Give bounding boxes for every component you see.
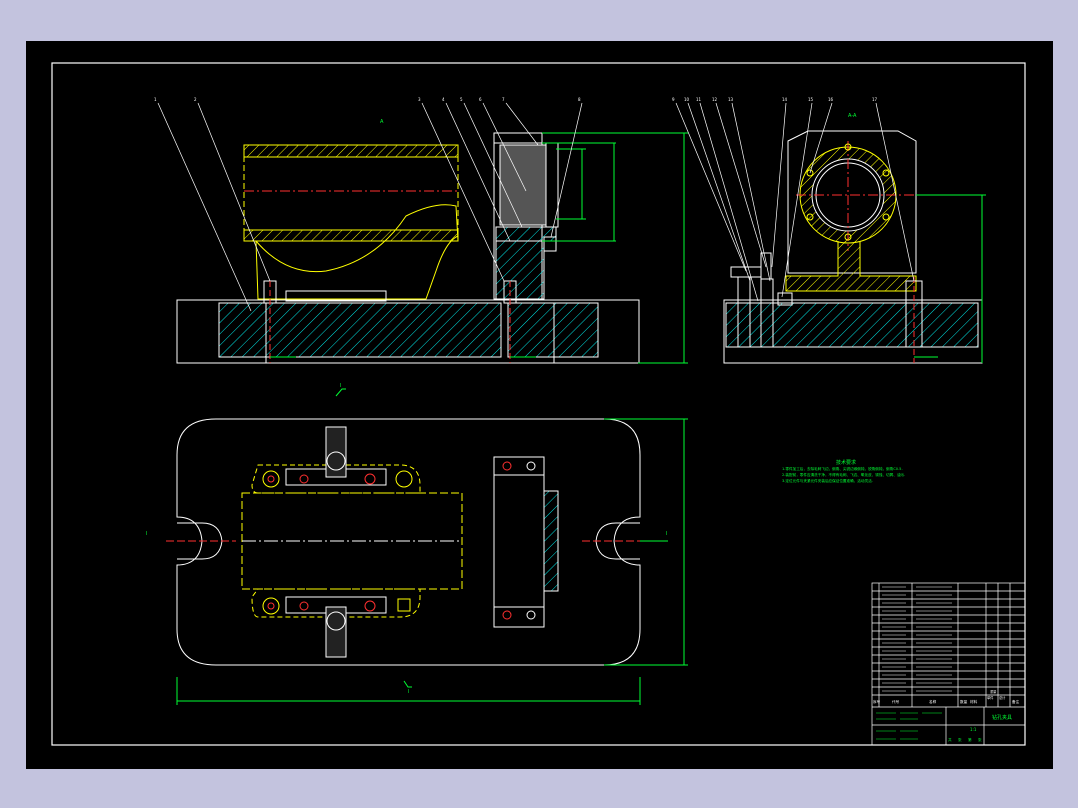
tech-req-line: 1.零件加工后，去除毛刺飞边，倒角、尖锐边缘倒钝，锐角倒钝，倒角C0.5.: [782, 466, 903, 471]
sign-area: [876, 712, 942, 740]
leader-tag: 17: [872, 97, 878, 102]
leader-tag: 10: [684, 97, 690, 102]
leader-tag: 1: [154, 97, 157, 102]
leader-tag: 9: [672, 97, 675, 102]
base-hatch-left: [218, 302, 502, 358]
leader-tag: 7: [502, 97, 505, 102]
front-view: A: [157, 102, 688, 364]
tech-req-line: 2.装配前，零件应清洗干净，不得有毛刺、飞边、氧化皮、锈蚀、切屑、油污.: [782, 472, 905, 477]
base-hatch-right: [507, 302, 599, 358]
bom-header-index: 序号: [873, 699, 881, 704]
leader-tag: 5: [460, 97, 463, 102]
bom-header-qty: 数量: [960, 699, 968, 704]
leader-tag: 3: [418, 97, 421, 102]
leader-tag: 14: [782, 97, 788, 102]
sheet-label: 张: [978, 737, 982, 742]
section-left-label: I: [146, 531, 147, 537]
workpiece-body: [243, 144, 459, 242]
bom-header-material: 材料: [970, 699, 978, 704]
leader-tag: 6: [479, 97, 482, 102]
sheet-label: 共: [948, 737, 952, 742]
sheet-label: 张: [958, 737, 962, 742]
drawing-name: 钻孔夹具: [992, 714, 1012, 721]
leader-tag: 2: [194, 97, 197, 102]
bom-header-code: 代号: [892, 699, 900, 704]
side-view-label: A-A: [848, 113, 857, 119]
plan-view: I I I I: [146, 383, 688, 705]
bom-header-total-wt: 总计: [999, 695, 1006, 700]
plan-support-plate: [493, 456, 545, 628]
leader-tag: 8: [578, 97, 581, 102]
sheet-label: 第: [968, 737, 972, 742]
cad-drawing: A A-A I I I I 1 2 3 4 5 6 7 8 9 10 11 12…: [51, 62, 1026, 746]
leader-tag: 13: [728, 97, 734, 102]
section-bottom-label: I: [408, 689, 409, 695]
drawing-scale: 1:1: [970, 727, 977, 732]
bom-header-name: 名称: [929, 699, 937, 704]
side-view: A-A: [675, 102, 986, 364]
section-top-label: I: [340, 383, 341, 389]
leader-tag: 15: [808, 97, 814, 102]
front-view-label: A: [380, 119, 384, 125]
leader-tag: 4: [442, 97, 445, 102]
tech-req-title: 技术要求: [836, 459, 856, 466]
technical-requirements: 技术要求 1.零件加工后，去除毛刺飞边，倒角、尖锐边缘倒钝，锐角倒钝，倒角C0.…: [782, 459, 905, 483]
bom-header-unit-wt: 单件: [987, 695, 994, 700]
leader-tags: 1 2 3 4 5 6 7 8 9 10 11 12 13 14 15 16 1…: [154, 97, 878, 102]
plan-base-outline: [176, 418, 641, 666]
leader-tag: 16: [828, 97, 834, 102]
tech-req-line: 3.定位元件与夹紧元件安装后应保证位置准确，活动灵活.: [782, 478, 873, 483]
bom-header-remarks: 备注: [1012, 699, 1020, 704]
section-right-label: I: [666, 531, 667, 537]
leader-tag: 12: [712, 97, 718, 102]
weight-label: 重量: [990, 689, 997, 694]
leader-tag: 11: [696, 97, 702, 102]
drawing-sheet: A A-A I I I I 1 2 3 4 5 6 7 8 9 10 11 12…: [26, 41, 1053, 769]
